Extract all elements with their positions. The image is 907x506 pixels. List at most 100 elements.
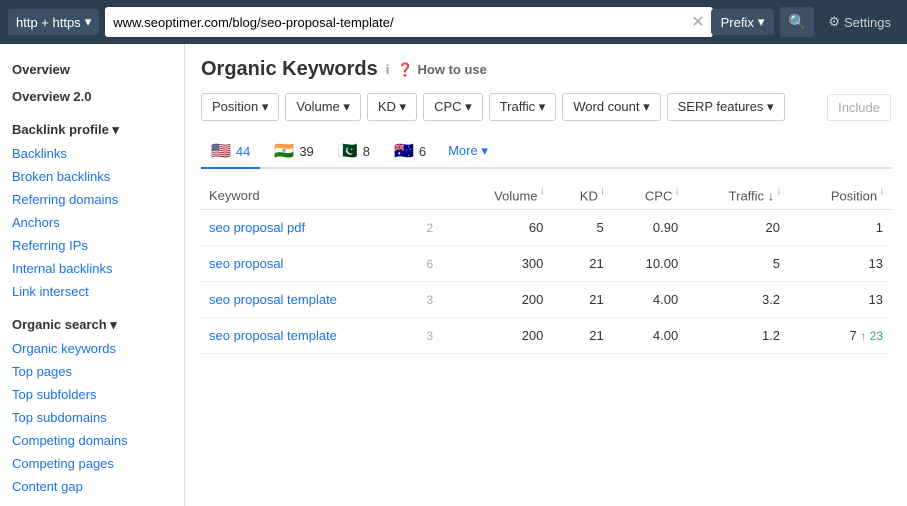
small-num: 3 — [427, 293, 434, 307]
top-bar: http + https ▾ ✕ Prefix ▾ 🔍 ⚙ Settings — [0, 0, 907, 44]
tab-in-count: 39 — [299, 144, 313, 159]
sidebar-item-referring-ips[interactable]: Referring IPs — [0, 234, 184, 257]
kd-cell: 21 — [551, 318, 611, 354]
sidebar-overview[interactable]: Overview — [0, 54, 184, 81]
filter-word-count[interactable]: Word count ▾ — [562, 93, 660, 121]
col-keyword: Keyword — [201, 181, 419, 210]
cpc-cell: 0.90 — [612, 210, 687, 246]
sidebar: Overview Overview 2.0 Backlink profile ▾… — [0, 44, 185, 506]
col2-cell: 3 — [419, 318, 453, 354]
filter-serp-features[interactable]: SERP features ▾ — [667, 93, 785, 121]
page-title-row: Organic Keywords i ❓ How to use — [201, 58, 891, 81]
col-kd: KD i — [551, 181, 611, 210]
keyword-cell: seo proposal — [201, 246, 419, 282]
tab-us[interactable]: 🇺🇸 44 — [201, 135, 260, 169]
sidebar-item-anchors[interactable]: Anchors — [0, 211, 184, 234]
cpc-cell: 10.00 — [612, 246, 687, 282]
sidebar-item-organic-keywords[interactable]: Organic keywords — [0, 337, 184, 360]
filter-position[interactable]: Position ▾ — [201, 93, 279, 121]
settings-gear-icon: ⚙ — [828, 14, 840, 30]
sidebar-item-top-subfolders[interactable]: Top subfolders — [0, 383, 184, 406]
prefix-dropdown[interactable]: Prefix ▾ — [711, 9, 775, 35]
col2-cell: 3 — [419, 282, 453, 318]
question-icon: ❓ — [397, 62, 413, 78]
volume-cell: 200 — [453, 318, 552, 354]
sidebar-item-competing-pages[interactable]: Competing pages — [0, 452, 184, 475]
sidebar-item-competing-domains[interactable]: Competing domains — [0, 429, 184, 452]
protocol-dropdown[interactable]: http + https ▾ — [8, 9, 99, 35]
table-row: seo proposal template 3 200 21 4.00 1.2 … — [201, 318, 891, 354]
title-info-icon[interactable]: i — [386, 62, 390, 77]
settings-button[interactable]: ⚙ Settings — [820, 9, 899, 35]
kd-cell: 5 — [551, 210, 611, 246]
sidebar-overview2[interactable]: Overview 2.0 — [0, 81, 184, 108]
keyword-link[interactable]: seo proposal — [209, 256, 283, 271]
traffic-cell: 5 — [686, 246, 788, 282]
small-num: 2 — [427, 221, 434, 235]
sidebar-item-backlinks[interactable]: Backlinks — [0, 142, 184, 165]
url-input[interactable] — [105, 7, 713, 37]
prefix-chevron-icon: ▾ — [758, 14, 765, 30]
kd-cell: 21 — [551, 282, 611, 318]
filter-kd[interactable]: KD ▾ — [367, 93, 417, 121]
main-content: Organic Keywords i ❓ How to use Position… — [185, 44, 907, 506]
include-button[interactable]: Include — [827, 94, 891, 121]
how-to-use-link[interactable]: ❓ How to use — [397, 62, 487, 78]
search-icon: 🔍 — [788, 14, 807, 31]
volume-cell: 60 — [453, 210, 552, 246]
sidebar-item-link-intersect[interactable]: Link intersect — [0, 280, 184, 303]
table-row: seo proposal pdf 2 60 5 0.90 20 1 — [201, 210, 891, 246]
flag-pk-icon: 🇵🇰 — [338, 141, 358, 161]
sidebar-organic-search[interactable]: Organic search ▾ — [0, 309, 184, 337]
more-tabs-button[interactable]: More ▾ — [440, 137, 496, 165]
sidebar-item-content-gap[interactable]: Content gap — [0, 475, 184, 498]
kd-cell: 21 — [551, 246, 611, 282]
position-cell: 13 — [788, 246, 891, 282]
col2-cell: 6 — [419, 246, 453, 282]
sidebar-backlink-profile[interactable]: Backlink profile ▾ — [0, 114, 184, 142]
position-value: 7 — [849, 328, 856, 343]
table-row: seo proposal template 3 200 21 4.00 3.2 … — [201, 282, 891, 318]
clear-button[interactable]: ✕ — [691, 12, 704, 32]
page-title: Organic Keywords — [201, 58, 378, 81]
filter-traffic[interactable]: Traffic ▾ — [489, 93, 557, 121]
keyword-cell: seo proposal template — [201, 282, 419, 318]
protocol-label: http + https — [16, 15, 81, 30]
sidebar-item-top-pages[interactable]: Top pages — [0, 360, 184, 383]
tab-pk-count: 8 — [363, 144, 370, 159]
sidebar-item-internal-backlinks[interactable]: Internal backlinks — [0, 257, 184, 280]
search-button[interactable]: 🔍 — [780, 7, 814, 37]
traffic-up-icon: ↑ 23 — [860, 329, 883, 343]
keyword-link[interactable]: seo proposal template — [209, 292, 337, 307]
sidebar-item-top-subdomains[interactable]: Top subdomains — [0, 406, 184, 429]
col-cpc: CPC i — [612, 181, 687, 210]
country-tabs: 🇺🇸 44 🇮🇳 39 🇵🇰 8 🇦🇺 6 More ▾ — [201, 135, 891, 169]
tab-in[interactable]: 🇮🇳 39 — [264, 135, 323, 169]
filter-volume[interactable]: Volume ▾ — [285, 93, 361, 121]
position-value: 13 — [869, 292, 883, 307]
col-position: Position i — [788, 181, 891, 210]
tab-pk[interactable]: 🇵🇰 8 — [328, 135, 380, 169]
position-cell: 13 — [788, 282, 891, 318]
layout: Overview Overview 2.0 Backlink profile ▾… — [0, 44, 907, 506]
position-cell: 7 ↑ 23 — [788, 318, 891, 354]
position-value: 13 — [869, 256, 883, 271]
tab-au[interactable]: 🇦🇺 6 — [384, 135, 436, 169]
keyword-cell: seo proposal template — [201, 318, 419, 354]
sidebar-item-referring-domains[interactable]: Referring domains — [0, 188, 184, 211]
flag-in-icon: 🇮🇳 — [274, 141, 294, 161]
flag-us-icon: 🇺🇸 — [211, 141, 231, 161]
col-traffic: Traffic ↓ i — [686, 181, 788, 210]
flag-au-icon: 🇦🇺 — [394, 141, 414, 161]
sidebar-item-broken-backlinks[interactable]: Broken backlinks — [0, 165, 184, 188]
col-empty — [419, 181, 453, 210]
traffic-cell: 20 — [686, 210, 788, 246]
cpc-cell: 4.00 — [612, 318, 687, 354]
small-num: 3 — [427, 329, 434, 343]
keywords-table: Keyword Volume i KD i CPC i Traffic ↓ i … — [201, 181, 891, 354]
col2-cell: 2 — [419, 210, 453, 246]
protocol-chevron-icon: ▾ — [85, 14, 92, 30]
filter-cpc[interactable]: CPC ▾ — [423, 93, 483, 121]
keyword-link[interactable]: seo proposal pdf — [209, 220, 305, 235]
keyword-link[interactable]: seo proposal template — [209, 328, 337, 343]
